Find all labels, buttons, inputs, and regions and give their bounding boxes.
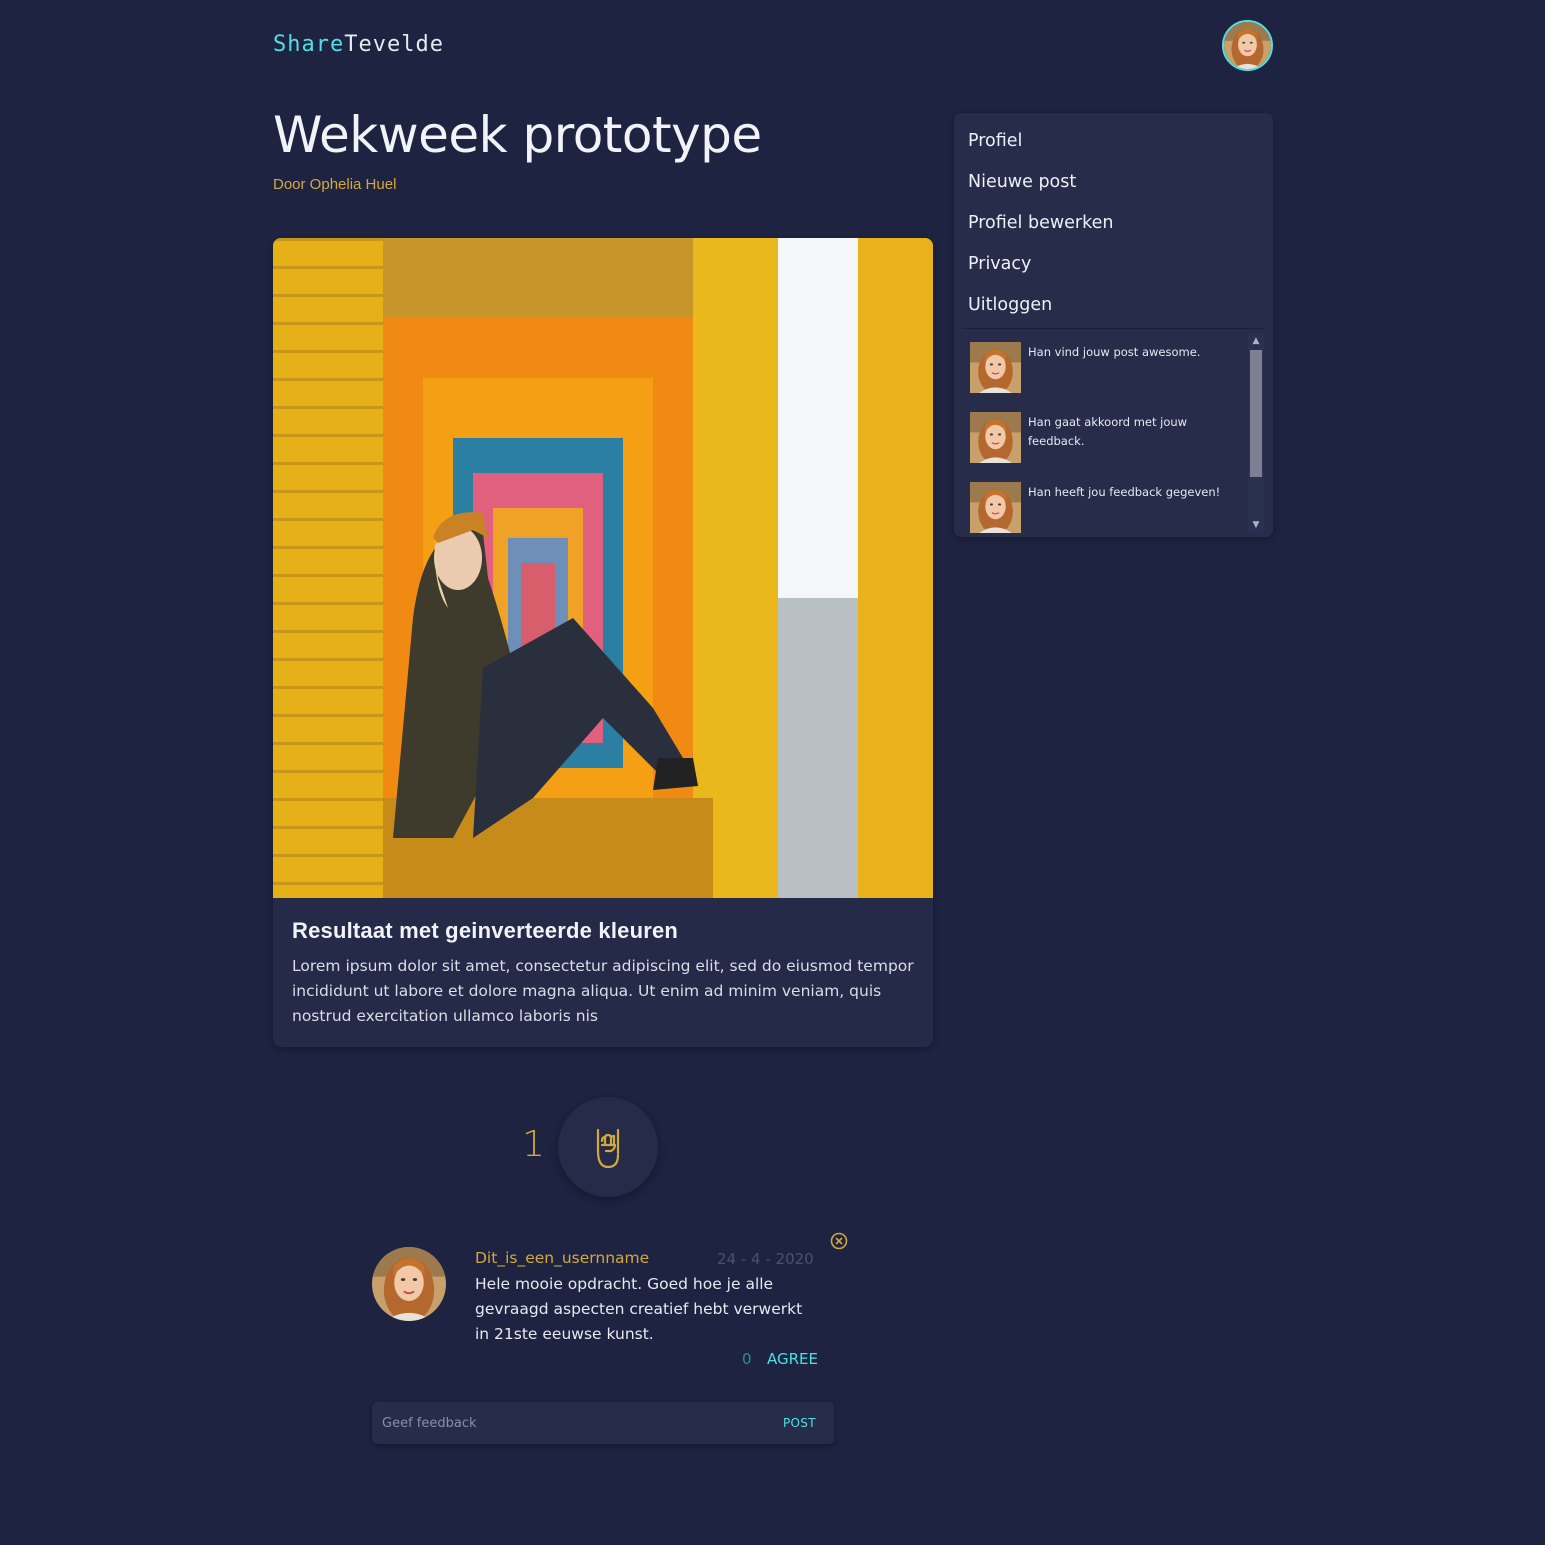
notification-avatar xyxy=(970,342,1021,393)
logo-part-tevelde: Tevelde xyxy=(344,32,444,57)
menu-divider xyxy=(962,328,1265,329)
menu-item-profiel-bewerken[interactable]: Profiel bewerken xyxy=(954,209,1273,250)
scroll-down-icon[interactable]: ▼ xyxy=(1248,517,1264,533)
agree-count: 0 xyxy=(742,1350,752,1368)
menu-item-profiel[interactable]: Profiel xyxy=(954,127,1273,168)
menu-item-nieuwe-post[interactable]: Nieuwe post xyxy=(954,168,1273,209)
user-avatar[interactable] xyxy=(1222,20,1273,71)
like-count: 1 xyxy=(522,1124,545,1165)
logo-part-share: Share xyxy=(273,32,345,57)
post-heading: Resultaat met geinverteerde kleuren xyxy=(292,918,679,943)
comment-username[interactable]: Dit_is_een_usernname xyxy=(475,1249,649,1267)
menu-item-privacy[interactable]: Privacy xyxy=(954,250,1273,291)
notification-avatar xyxy=(970,412,1021,463)
side-menu: Profiel Nieuwe post Profiel bewerken Pri… xyxy=(954,113,1273,332)
scroll-up-icon[interactable]: ▲ xyxy=(1248,333,1264,349)
comment-text: Hele mooie opdracht. Goed hoe je alle ge… xyxy=(475,1275,803,1343)
app-logo[interactable]: ShareTevelde xyxy=(273,32,444,57)
side-menu-panel: Profiel Nieuwe post Profiel bewerken Pri… xyxy=(954,113,1273,537)
post-title: Wekweek prototype xyxy=(273,106,762,164)
feedback-form: POST xyxy=(372,1402,834,1444)
post-author[interactable]: Door Ophelia Huel xyxy=(273,176,396,193)
scroll-thumb[interactable] xyxy=(1250,350,1262,477)
notification-text: Han vind jouw post awesome. xyxy=(1028,345,1201,359)
notification-text: Han gaat akkoord met jouw feedback. xyxy=(1028,415,1188,448)
comment-avatar[interactable] xyxy=(372,1247,446,1321)
agree-button[interactable]: AGREE xyxy=(767,1350,818,1368)
post-feedback-button[interactable]: POST xyxy=(783,1416,816,1430)
notification-text: Han heeft jou feedback gegeven! xyxy=(1028,485,1221,499)
like-button[interactable] xyxy=(558,1097,658,1197)
user-avatar-image xyxy=(1224,22,1271,69)
rock-hand-icon xyxy=(596,1128,620,1169)
notification-avatar xyxy=(970,482,1021,533)
notification-list: Han vind jouw post awesome. Han gaat akk… xyxy=(970,342,1245,537)
post-image xyxy=(273,238,933,898)
menu-item-uitloggen[interactable]: Uitloggen xyxy=(954,291,1273,332)
notification-item[interactable]: Han vind jouw post awesome. xyxy=(970,342,1245,412)
notification-item[interactable]: Han heeft jou feedback gegeven! xyxy=(970,482,1245,537)
post-card: Resultaat met geinverteerde kleuren Lore… xyxy=(273,238,933,1047)
close-icon[interactable] xyxy=(830,1232,848,1250)
notification-item[interactable]: Han gaat akkoord met jouw feedback. xyxy=(970,412,1245,482)
post-description: Lorem ipsum dolor sit amet, consectetur … xyxy=(292,957,914,1025)
notification-scrollbar[interactable]: ▲ ▼ xyxy=(1248,333,1264,533)
comment-date: 24 - 4 - 2020 xyxy=(717,1250,814,1268)
feedback-input[interactable] xyxy=(382,1410,762,1436)
comment-avatar-image xyxy=(372,1247,446,1321)
